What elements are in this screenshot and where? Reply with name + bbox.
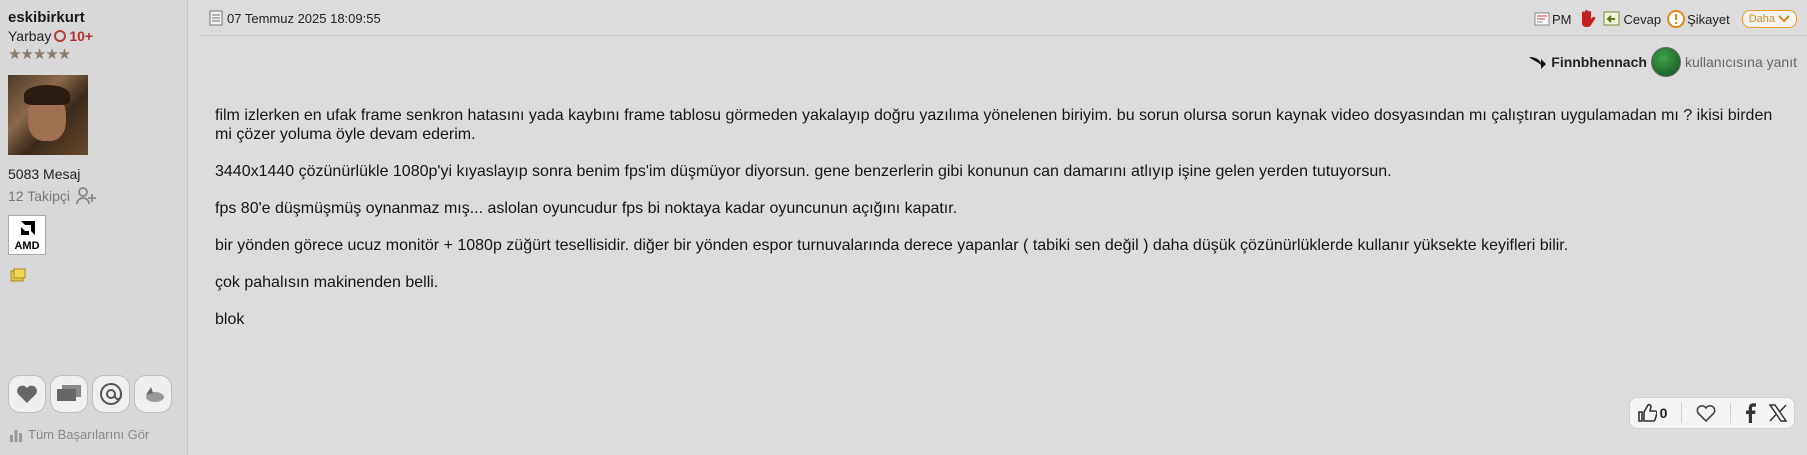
- post-paragraph: 3440x1440 çözünürlükle 1080p'yi kıyaslay…: [215, 163, 1392, 180]
- reply-to-suffix: kullanıcısına yanıt: [1684, 54, 1797, 70]
- reply-to-avatar[interactable]: [1650, 47, 1681, 77]
- reply-icon: [1603, 11, 1620, 26]
- chart-icon: [10, 429, 22, 442]
- report-button[interactable]: Şikayet: [1667, 10, 1730, 28]
- medal-icon: [54, 30, 67, 42]
- achievements-link[interactable]: Tüm Başarılarını Gör: [10, 427, 149, 442]
- post-header: 07 Temmuz 2025 18:09:55 PM Cevap Şikayet…: [199, 5, 1807, 36]
- follow-icon[interactable]: [76, 187, 98, 205]
- more-button[interactable]: Daha: [1741, 10, 1797, 28]
- user-sidebar: eskibirkurt Yarbay 10+ ★★★★★ 5083 Mesaj …: [0, 0, 188, 455]
- post-paragraph: blok: [215, 311, 245, 328]
- post-paragraph: film izlerken en ufak frame senkron hata…: [215, 107, 1773, 143]
- rank-label: Yarbay: [8, 28, 52, 44]
- username-link[interactable]: eskibirkurt: [8, 9, 85, 26]
- post-date-text: 07 Temmuz 2025 18:09:55: [227, 10, 381, 26]
- profile-actions: [8, 375, 172, 413]
- message-button[interactable]: [50, 375, 88, 413]
- post-paragraph: fps 80'e düşmüşmüş oynanmaz mış... aslol…: [215, 200, 958, 217]
- facebook-icon[interactable]: [1744, 403, 1757, 423]
- divider: [1729, 403, 1731, 423]
- level-badge: 10+: [69, 28, 94, 44]
- amd-badge-label: AMD: [14, 240, 40, 252]
- pm-label: PM: [1551, 11, 1572, 27]
- divider: [1680, 403, 1682, 423]
- pm-icon: [1534, 12, 1550, 26]
- reply-to: Finnbhennach kullanıcısına yanıt: [1527, 47, 1797, 77]
- heart-icon: [17, 385, 37, 403]
- gallery-icon[interactable]: [10, 268, 26, 282]
- rank-stars: ★★★★★: [8, 46, 71, 63]
- reply-to-username[interactable]: Finnbhennach: [1551, 54, 1647, 70]
- x-icon[interactable]: [1769, 404, 1788, 422]
- post: 07 Temmuz 2025 18:09:55 PM Cevap Şikayet…: [199, 0, 1807, 455]
- pm-button[interactable]: PM: [1534, 11, 1572, 27]
- report-label: Şikayet: [1687, 11, 1730, 27]
- hand-icon: [1582, 10, 1596, 27]
- report-icon: [1667, 10, 1686, 28]
- reply-arrow-icon: [1529, 57, 1547, 69]
- achievements-label[interactable]: Tüm Başarılarını Gör: [28, 427, 149, 442]
- post-paragraph: bir yönden görece ucuz monitör + 1080p z…: [215, 237, 1569, 254]
- reply-label: Cevap: [1623, 11, 1662, 27]
- post-paragraph: çok pahalısın makinenden belli.: [215, 274, 439, 291]
- post-toolbar: PM Cevap Şikayet Daha: [1534, 9, 1797, 29]
- followers-count[interactable]: 12 Takipçi: [8, 188, 70, 204]
- thumbs-up-icon: [1637, 403, 1657, 422]
- avatar[interactable]: [8, 75, 88, 155]
- message-count[interactable]: 5083 Mesaj: [8, 166, 80, 182]
- post-actions: 0: [1629, 397, 1795, 429]
- date-icon: [209, 10, 223, 26]
- cloud-icon: [146, 387, 164, 402]
- reply-button[interactable]: Cevap: [1603, 11, 1661, 27]
- more-label: Daha: [1748, 13, 1775, 25]
- post-content: film izlerken en ufak frame senkron hata…: [215, 106, 1775, 347]
- like-button[interactable]: 0: [1637, 403, 1668, 423]
- mention-icon: [100, 383, 122, 405]
- amd-badge: AMD: [8, 215, 46, 255]
- status-button[interactable]: [134, 375, 172, 413]
- post-date[interactable]: 07 Temmuz 2025 18:09:55: [209, 10, 381, 26]
- amd-arrow-icon: [21, 221, 35, 235]
- favorite-button[interactable]: [8, 375, 46, 413]
- followers[interactable]: 12 Takipçi: [8, 187, 98, 205]
- chevron-down-icon: [1778, 15, 1790, 23]
- user-rank: Yarbay 10+: [8, 28, 93, 44]
- heart-icon[interactable]: [1695, 403, 1717, 423]
- chat-icon: [57, 385, 81, 401]
- like-count: 0: [1659, 405, 1668, 421]
- mention-button[interactable]: [92, 375, 130, 413]
- block-button[interactable]: [1577, 9, 1597, 29]
